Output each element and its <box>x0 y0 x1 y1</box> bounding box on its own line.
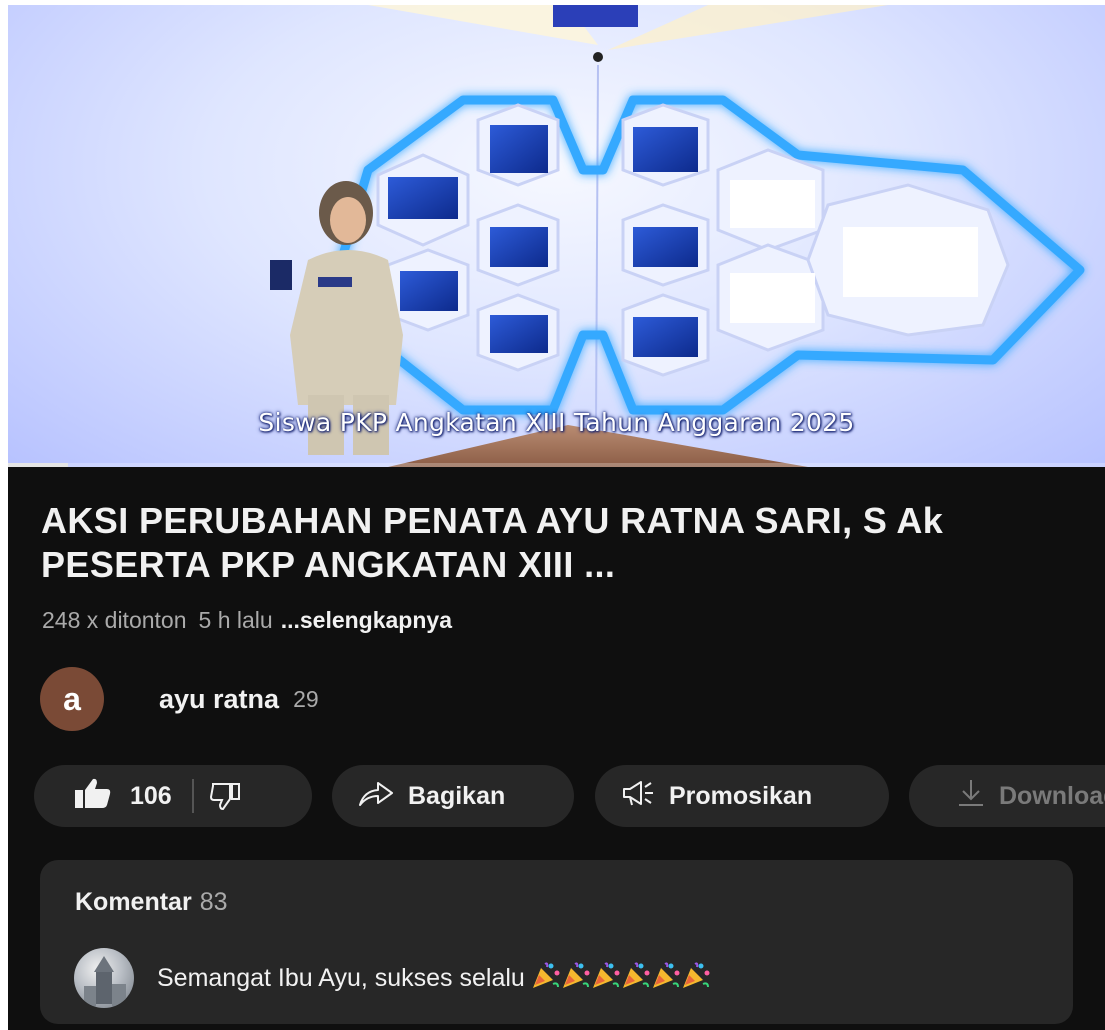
party-popper-icon <box>561 960 591 997</box>
share-button[interactable]: Bagikan <box>332 765 574 827</box>
subscriber-count: 29 <box>293 685 319 712</box>
comments-header: Komentar 83 <box>75 888 228 917</box>
comments-panel[interactable]: Komentar 83 Semangat Ibu Ayu, sukses sela… <box>40 860 1073 1024</box>
video-meta: 248 x ditonton 5 h lalu ...selengkapnya <box>42 607 452 634</box>
progress-fill <box>8 463 69 467</box>
thumbs-up-icon[interactable] <box>74 777 112 816</box>
party-popper-icon <box>621 960 651 997</box>
like-divider <box>191 779 194 813</box>
promote-button[interactable]: Promosikan <box>595 765 889 827</box>
channel-name[interactable]: ayu ratna <box>159 684 279 715</box>
party-popper-icon <box>591 960 621 997</box>
thumbs-down-icon[interactable] <box>209 781 242 811</box>
top-comment-text: Semangat Ibu Ayu, sukses selalu <box>157 964 525 992</box>
top-comment: Semangat Ibu Ayu, sukses selalu <box>157 960 711 997</box>
view-count: 248 x ditonton <box>42 607 187 633</box>
party-popper-icon <box>651 960 681 997</box>
megaphone-icon <box>621 779 655 814</box>
download-icon <box>957 778 985 815</box>
show-more-link[interactable]: ...selengkapnya <box>281 607 452 633</box>
video-title[interactable]: AKSI PERUBAHAN PENATA AYU RATNA SARI, S … <box>41 499 1086 587</box>
video-page: Siswa PKP Angkatan XIII Tahun Anggaran 2… <box>8 5 1105 1030</box>
download-button[interactable]: Download <box>909 765 1105 827</box>
share-icon <box>358 779 394 814</box>
share-label: Bagikan <box>408 781 506 810</box>
video-caption: Siswa PKP Angkatan XIII Tahun Anggaran 2… <box>258 408 855 437</box>
channel-avatar[interactable]: a <box>40 667 104 731</box>
like-dislike-pill: 106 <box>34 765 312 827</box>
emoji-row <box>531 960 711 997</box>
download-label: Download <box>999 781 1105 810</box>
party-popper-icon <box>681 960 711 997</box>
comments-count: 83 <box>199 888 228 916</box>
like-count[interactable]: 106 <box>130 782 172 811</box>
upload-time: 5 h lalu <box>198 607 273 633</box>
comments-title: Komentar <box>75 888 192 916</box>
channel-row[interactable]: a ayu ratna 29 <box>40 667 319 731</box>
progress-bar[interactable] <box>8 463 1105 467</box>
promote-label: Promosikan <box>669 781 813 810</box>
party-popper-icon <box>531 960 561 997</box>
commenter-avatar[interactable] <box>74 948 134 1008</box>
video-frame-image <box>270 5 1085 467</box>
video-player[interactable]: Siswa PKP Angkatan XIII Tahun Anggaran 2… <box>8 5 1105 467</box>
